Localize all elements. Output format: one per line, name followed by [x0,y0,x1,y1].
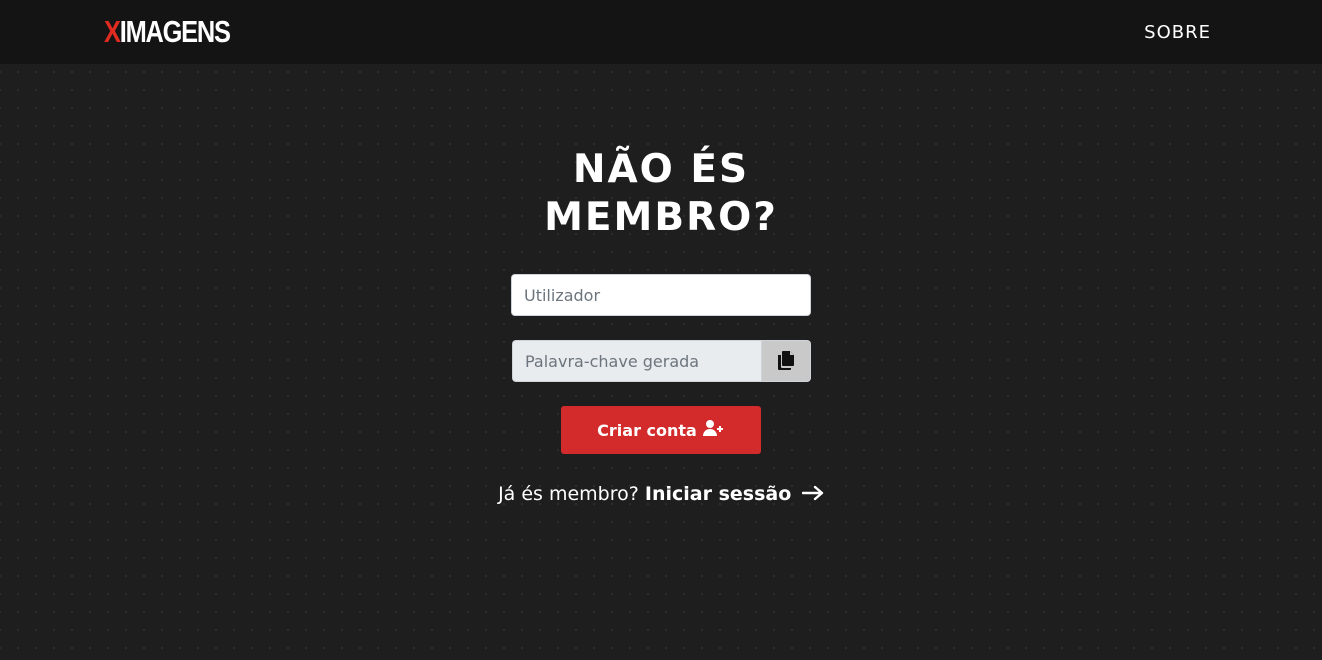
generated-password-input[interactable] [512,340,761,382]
brand-logo[interactable]: X IMAGENS [104,14,231,49]
login-prompt: Já és membro? [498,483,639,505]
page-title-line1: NÃO ÉS [572,147,750,192]
user-plus-icon [702,419,725,441]
copy-password-button[interactable] [761,340,811,382]
login-prompt-line: Já és membro? Iniciar sessão [0,483,1322,506]
brand-logo-text: IMAGENS [119,14,231,49]
page-title: NÃO ÉS MEMBRO? [0,146,1322,242]
about-link[interactable]: SOBRE [1144,22,1211,43]
arrow-right-icon [801,484,824,506]
brand-logo-x: X [104,14,121,49]
password-group [512,340,811,382]
create-account-button[interactable]: Criar conta [561,406,761,454]
login-link[interactable]: Iniciar sessão [645,483,824,505]
copy-icon [776,350,796,373]
username-input[interactable] [511,274,811,316]
navbar: X IMAGENS SOBRE [0,0,1322,64]
page-title-line2: MEMBRO? [544,195,778,240]
create-account-label: Criar conta [597,420,697,440]
login-link-label: Iniciar sessão [644,483,792,505]
